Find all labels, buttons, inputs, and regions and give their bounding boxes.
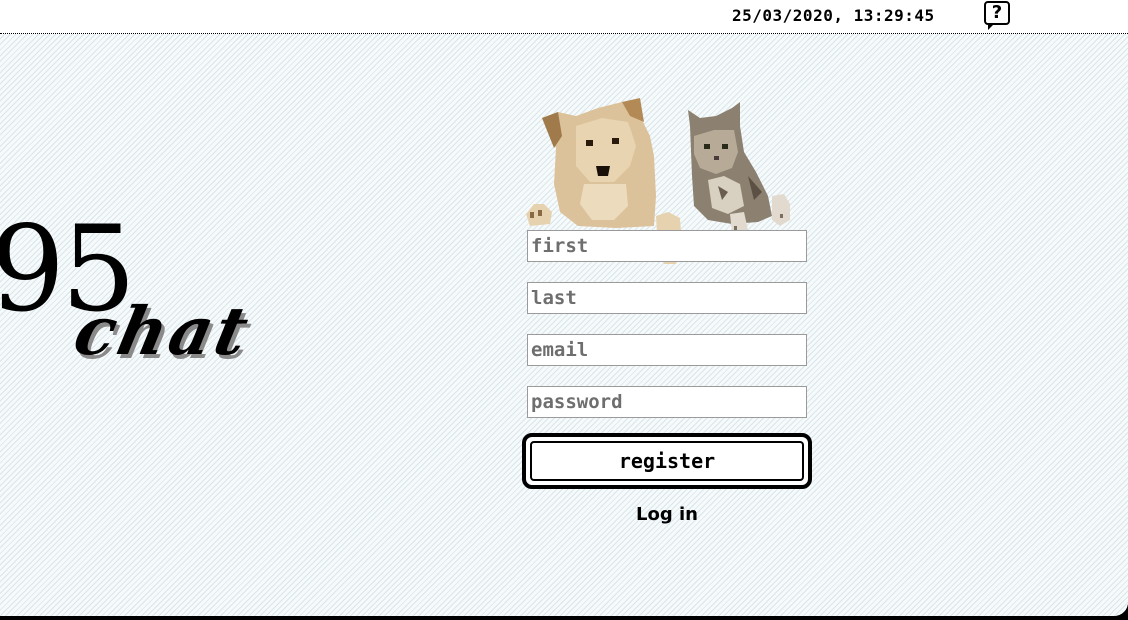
desktop-background: 95 chat first last email register Log in	[0, 34, 1128, 616]
help-button[interactable]: ?	[984, 1, 1010, 30]
clock: 25/03/2020, 13:29:45	[732, 6, 935, 25]
menu-bar: 25/03/2020, 13:29:45 ?	[0, 0, 1128, 34]
login-link[interactable]: Log in	[527, 504, 807, 525]
logo: 95 chat	[0, 34, 280, 414]
first-name-field[interactable]	[527, 230, 807, 262]
help-icon: ?	[991, 2, 1003, 23]
register-button-label: register	[530, 441, 804, 481]
email-field[interactable]	[527, 334, 807, 366]
password-field[interactable]	[527, 386, 807, 418]
app-window: 25/03/2020, 13:29:45 ? 95 chat first las…	[0, 0, 1128, 616]
speech-bubble-tail	[988, 24, 994, 30]
logo-word: chat	[67, 292, 258, 370]
register-button[interactable]: register	[522, 433, 812, 489]
cat-image	[688, 102, 790, 236]
last-name-field[interactable]	[527, 282, 807, 314]
